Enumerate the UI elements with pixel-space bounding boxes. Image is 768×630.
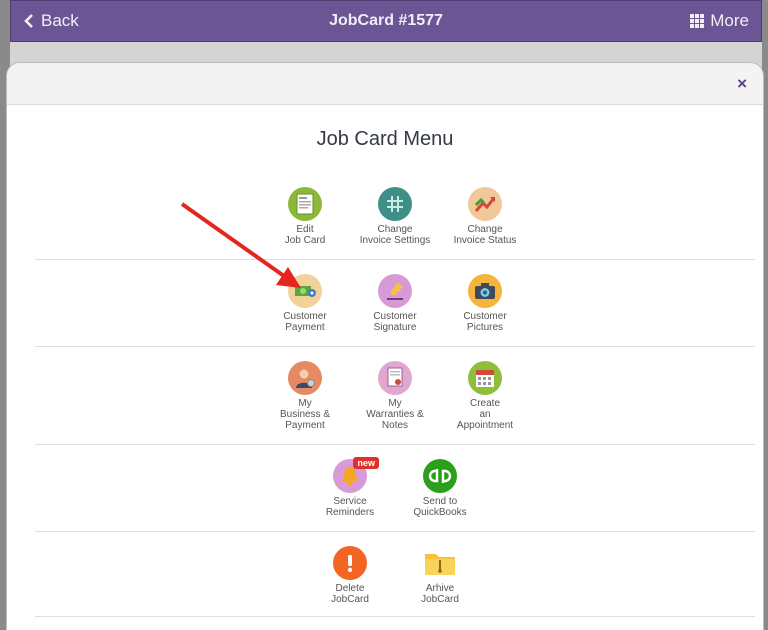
archive-jobcard-button[interactable]: Arhive JobCard [404,546,476,605]
exclamation-icon [333,546,367,580]
menu-row-5: Delete JobCard Arhive JobCard [35,546,755,605]
item-label: My Warranties & Notes [366,398,424,431]
item-label: Create an Appointment [456,398,514,431]
row-divider [35,616,755,617]
payment-cash-icon [288,274,322,308]
grid-icon [690,14,705,28]
camera-icon [468,274,502,308]
business-person-icon [288,361,322,395]
modal-title: Job Card Menu [316,128,454,150]
new-badge: new [353,457,379,469]
my-business-payment-button[interactable]: My Business & Payment [269,361,341,431]
send-to-quickbooks-button[interactable]: Send to QuickBooks [404,459,476,518]
item-label: Arhive JobCard [421,583,459,605]
more-button[interactable]: More [690,11,749,31]
hash-grid-icon [378,187,412,221]
customer-payment-button[interactable]: Customer Payment [269,274,341,333]
job-card-menu-modal: × Job Card Menu Edit Job Card Change Inv… [6,62,764,630]
chevron-left-icon [24,14,33,28]
item-label: Change Invoice Status [453,224,517,246]
archive-folder-icon [423,546,457,580]
customer-pictures-button[interactable]: Customer Pictures [449,274,521,333]
change-invoice-settings-button[interactable]: Change Invoice Settings [359,187,431,246]
calendar-icon [468,361,502,395]
menu-row-3: My Business & Payment My Warranties & No… [35,361,755,431]
item-label: Send to QuickBooks [413,496,467,518]
delete-jobcard-button[interactable]: Delete JobCard [314,546,386,605]
item-label: Customer Payment [283,311,327,333]
item-label: Edit Job Card [284,224,326,246]
menu-row-4: new Service Reminders Send to QuickBooks [35,457,755,518]
bell-icon: new [333,457,379,493]
row-divider [35,531,755,532]
warranty-certificate-icon [378,361,412,395]
service-reminders-button[interactable]: new Service Reminders [314,457,386,518]
my-warranties-notes-button[interactable]: My Warranties & Notes [359,361,431,431]
customer-signature-button[interactable]: Customer Signature [359,274,431,333]
row-divider [35,346,755,347]
edit-document-icon [288,187,322,221]
item-label: Customer Signature [373,311,417,333]
close-button[interactable]: × [737,74,747,94]
item-label: Service Reminders [325,496,375,518]
row-divider [35,444,755,445]
menu-row-2: Customer Payment Customer Signature Cust… [35,274,755,333]
more-label: More [710,11,749,30]
back-label: Back [41,11,79,30]
row-divider [35,259,755,260]
top-navbar: Back JobCard #1577 More [10,0,762,42]
item-label: Customer Pictures [463,311,507,333]
create-appointment-button[interactable]: Create an Appointment [449,361,521,431]
menu-row-1: Edit Job Card Change Invoice Settings Ch… [35,187,755,246]
status-arrows-icon [468,187,502,221]
item-label: My Business & Payment [279,398,331,431]
quickbooks-icon [423,459,457,493]
item-label: Change Invoice Settings [359,224,431,246]
item-label: Delete JobCard [331,583,369,605]
page-title: JobCard #1577 [329,12,443,29]
back-button[interactable]: Back [23,11,79,31]
modal-header: × [7,63,763,105]
edit-job-card-button[interactable]: Edit Job Card [269,187,341,246]
signature-pen-icon [378,274,412,308]
change-invoice-status-button[interactable]: Change Invoice Status [449,187,521,246]
